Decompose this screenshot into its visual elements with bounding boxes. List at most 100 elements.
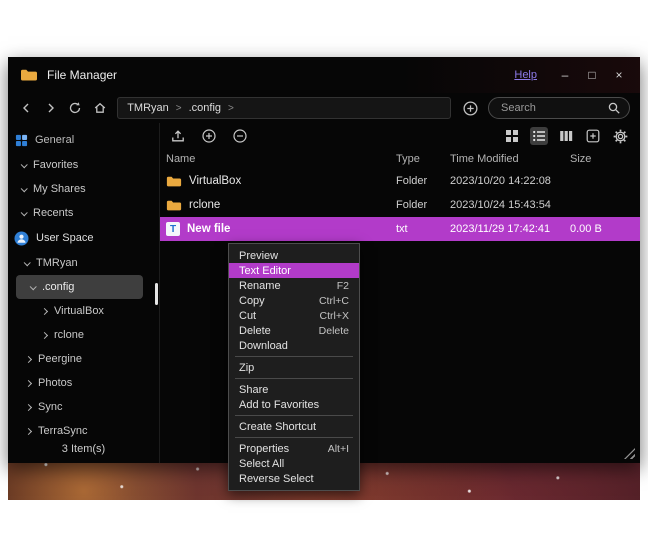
column-view-icon[interactable] bbox=[557, 127, 575, 145]
sidebar: General Favorites My Shares Recents bbox=[8, 123, 160, 463]
file-type: txt bbox=[396, 223, 450, 235]
menu-item-share[interactable]: Share bbox=[229, 382, 359, 397]
breadcrumb: TMRyan > .config > bbox=[117, 97, 451, 119]
add-view-icon[interactable] bbox=[584, 127, 602, 145]
menu-item-copy[interactable]: Copy Ctrl+C bbox=[229, 293, 359, 308]
upload-icon[interactable] bbox=[170, 128, 186, 144]
menu-item-delete[interactable]: Delete Delete bbox=[229, 323, 359, 338]
sidebar-item-label: My Shares bbox=[33, 183, 86, 195]
menu-item-rename[interactable]: Rename F2 bbox=[229, 278, 359, 293]
remove-circle-icon[interactable] bbox=[232, 128, 248, 144]
chevron-right-icon bbox=[25, 403, 32, 410]
sidebar-scrollbar-thumb[interactable] bbox=[155, 283, 158, 305]
chevron-right-icon bbox=[25, 355, 32, 362]
file-time: 2023/10/20 14:22:08 bbox=[450, 175, 570, 187]
menu-item-reverse-select[interactable]: Reverse Select bbox=[229, 471, 359, 486]
menu-separator bbox=[235, 437, 353, 438]
file-row-new-file[interactable]: New file txt 2023/11/29 17:42:41 0.00 B bbox=[160, 217, 640, 241]
grid-view-icon[interactable] bbox=[503, 127, 521, 145]
sidebar-item-my-shares[interactable]: My Shares bbox=[8, 177, 159, 201]
add-path-icon[interactable] bbox=[462, 100, 479, 117]
sidebar-item-photos[interactable]: Photos bbox=[16, 371, 143, 395]
sidebar-item-label: rclone bbox=[54, 329, 84, 341]
minimize-button[interactable]: – bbox=[556, 68, 574, 82]
sidebar-item-label: VirtualBox bbox=[54, 305, 104, 317]
refresh-icon[interactable] bbox=[68, 101, 84, 115]
menu-item-create-shortcut[interactable]: Create Shortcut bbox=[229, 419, 359, 434]
screenshot-root: File Manager Help – □ × bbox=[0, 0, 648, 550]
help-link[interactable]: Help bbox=[514, 69, 537, 81]
menu-item-zip[interactable]: Zip bbox=[229, 360, 359, 375]
file-toolbar bbox=[160, 123, 640, 149]
menu-item-cut[interactable]: Cut Ctrl+X bbox=[229, 308, 359, 323]
file-name-cell: rclone bbox=[166, 199, 396, 212]
menu-separator bbox=[235, 415, 353, 416]
sidebar-item-favorites[interactable]: Favorites bbox=[8, 153, 159, 177]
breadcrumb-separator-icon: > bbox=[228, 103, 234, 114]
sidebar-item-rclone[interactable]: rclone bbox=[16, 323, 143, 347]
file-name: rclone bbox=[189, 199, 220, 211]
sidebar-item-user-space[interactable]: User Space bbox=[8, 225, 159, 251]
maximize-button[interactable]: □ bbox=[583, 68, 601, 82]
breadcrumb-segment[interactable]: TMRyan bbox=[127, 102, 169, 114]
sidebar-item-recents[interactable]: Recents bbox=[8, 201, 159, 225]
sidebar-item-tmryan[interactable]: TMRyan bbox=[16, 251, 143, 275]
list-view-icon[interactable] bbox=[530, 127, 548, 145]
file-name-cell: VirtualBox bbox=[166, 175, 396, 188]
sidebar-item-label: Peergine bbox=[38, 353, 82, 365]
menu-item-text-editor[interactable]: Text Editor bbox=[229, 263, 359, 278]
menu-separator bbox=[235, 356, 353, 357]
menu-item-preview[interactable]: Preview bbox=[229, 248, 359, 263]
view-controls bbox=[503, 127, 630, 146]
sidebar-item-label: TMRyan bbox=[36, 257, 78, 269]
search-input[interactable] bbox=[499, 101, 607, 115]
column-header-time-modified[interactable]: Time Modified bbox=[450, 153, 570, 165]
context-menu: Preview Text Editor Rename F2 Copy Ctrl+… bbox=[228, 243, 360, 491]
file-name-cell: New file bbox=[166, 222, 396, 236]
navigation-bar: TMRyan > .config > bbox=[8, 93, 640, 123]
sidebar-item-config[interactable]: .config bbox=[16, 275, 143, 299]
sidebar-item-peergine[interactable]: Peergine bbox=[16, 347, 143, 371]
menu-item-download[interactable]: Download bbox=[229, 338, 359, 353]
column-header-name[interactable]: Name bbox=[166, 153, 396, 165]
user-icon bbox=[14, 231, 29, 246]
folder-icon bbox=[166, 175, 182, 188]
search-box bbox=[488, 97, 630, 119]
sidebar-section-general[interactable]: General bbox=[8, 127, 159, 153]
menu-item-select-all[interactable]: Select All bbox=[229, 456, 359, 471]
breadcrumb-segment[interactable]: .config bbox=[189, 102, 221, 114]
file-name: New file bbox=[187, 223, 230, 235]
add-circle-icon[interactable] bbox=[201, 128, 217, 144]
menu-separator bbox=[235, 378, 353, 379]
sidebar-item-terrasync[interactable]: TerraSync bbox=[16, 419, 143, 443]
file-list-header: Name Type Time Modified Size bbox=[160, 149, 640, 169]
column-header-size[interactable]: Size bbox=[570, 153, 640, 165]
chevron-right-icon bbox=[41, 307, 48, 314]
sidebar-section-label: General bbox=[35, 134, 74, 146]
sidebar-item-sync[interactable]: Sync bbox=[16, 395, 143, 419]
menu-item-add-to-favorites[interactable]: Add to Favorites bbox=[229, 397, 359, 412]
home-icon[interactable] bbox=[92, 101, 108, 115]
file-row-virtualbox[interactable]: VirtualBox Folder 2023/10/20 14:22:08 bbox=[160, 169, 640, 193]
file-size: 0.00 B bbox=[570, 223, 640, 235]
file-row-rclone[interactable]: rclone Folder 2023/10/24 15:43:54 bbox=[160, 193, 640, 217]
file-type: Folder bbox=[396, 199, 450, 211]
chevron-right-icon bbox=[25, 379, 32, 386]
column-header-type[interactable]: Type bbox=[396, 153, 450, 165]
chevron-down-icon bbox=[21, 185, 28, 192]
sidebar-item-label: User Space bbox=[36, 232, 93, 244]
sidebar-item-virtualbox[interactable]: VirtualBox bbox=[16, 299, 143, 323]
search-icon[interactable] bbox=[607, 101, 621, 115]
breadcrumb-separator-icon: > bbox=[176, 103, 182, 114]
menu-item-properties[interactable]: Properties Alt+I bbox=[229, 441, 359, 456]
sidebar-item-label: Photos bbox=[38, 377, 72, 389]
item-count-status: 3 Item(s) bbox=[8, 443, 159, 455]
close-button[interactable]: × bbox=[610, 68, 628, 82]
settings-gear-icon[interactable] bbox=[611, 127, 630, 146]
forward-icon[interactable] bbox=[43, 101, 59, 115]
back-icon[interactable] bbox=[18, 101, 34, 115]
chevron-down-icon bbox=[21, 161, 28, 168]
sidebar-item-label: TerraSync bbox=[38, 425, 88, 437]
txt-file-icon bbox=[166, 222, 180, 236]
file-time: 2023/11/29 17:42:41 bbox=[450, 223, 570, 235]
